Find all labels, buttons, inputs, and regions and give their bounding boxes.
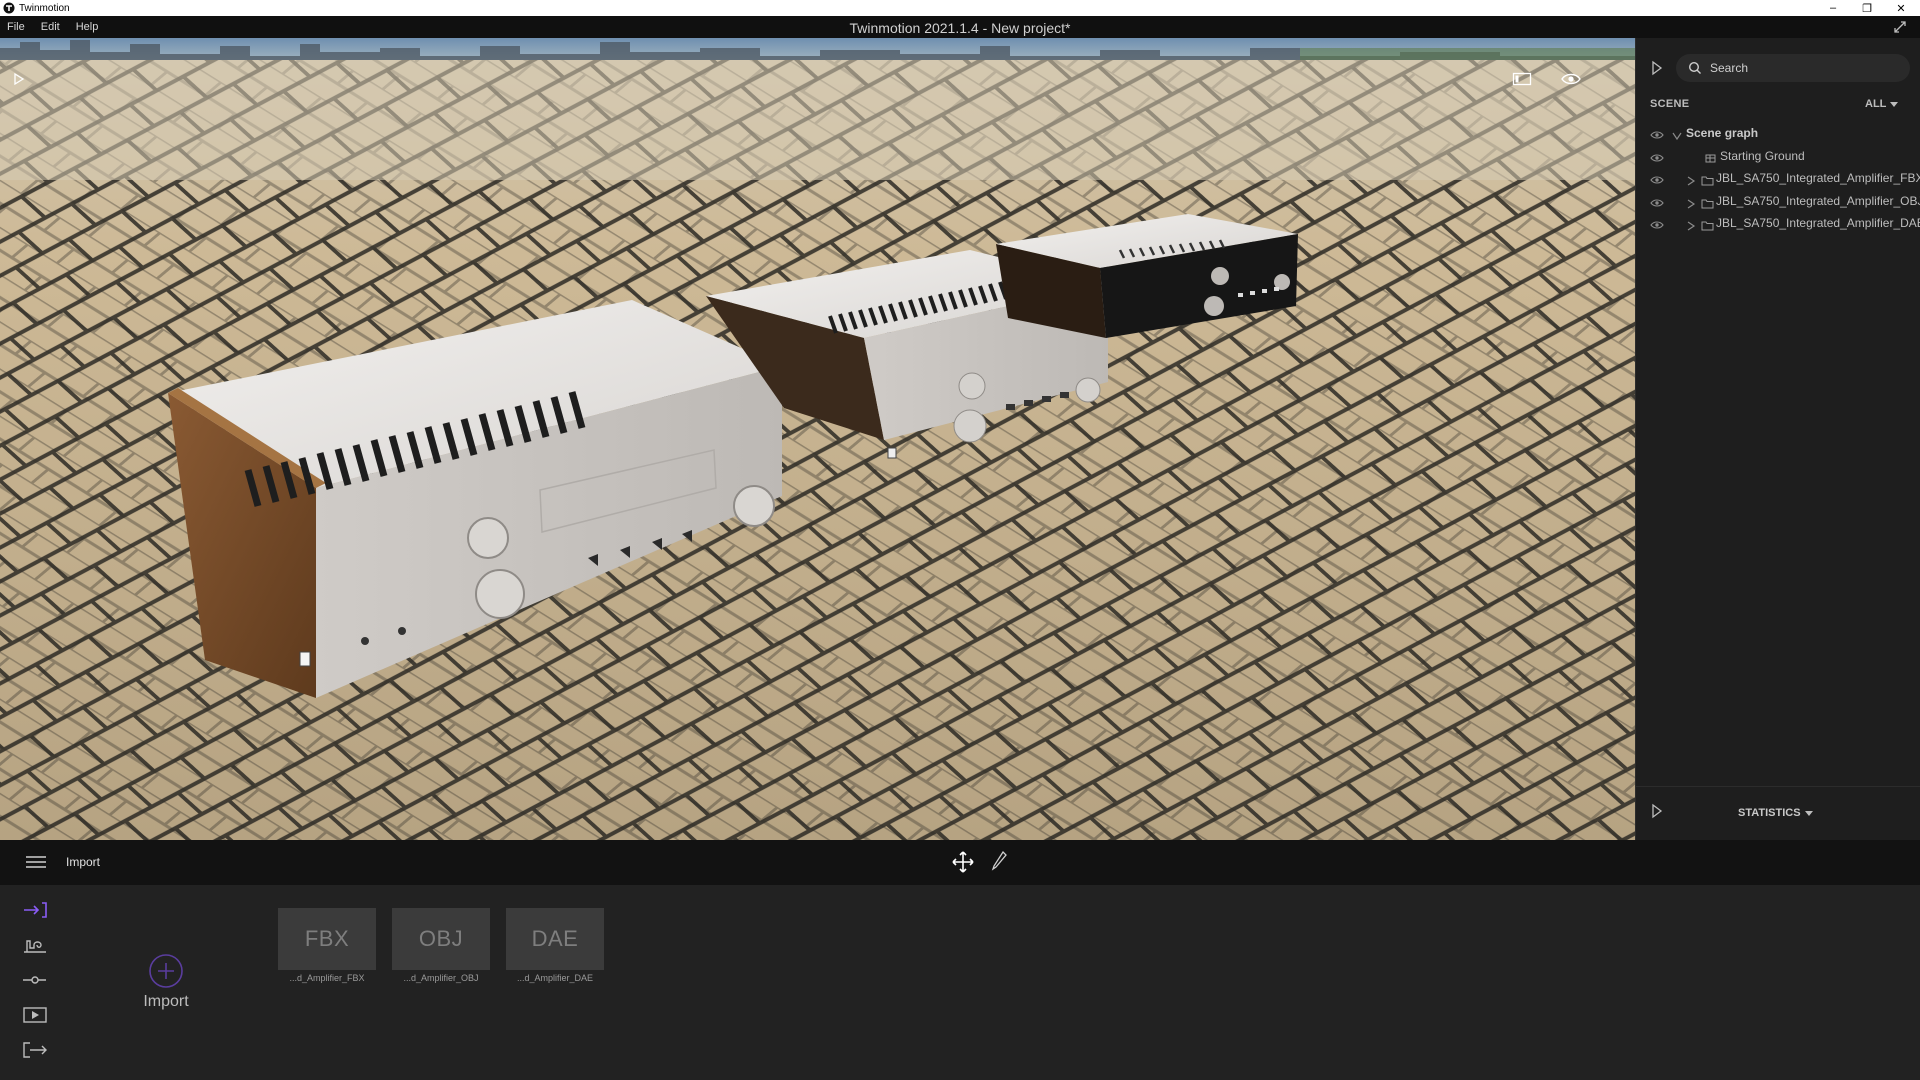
window-title-bar: Twinmotion – ❐ ✕ [0,0,1920,16]
folder-icon [1701,173,1714,186]
3d-viewport[interactable] [0,38,1635,840]
asset-tile-dae[interactable]: DAE ...d_Amplifier_DAE [506,908,604,983]
eyedropper-icon[interactable] [990,850,1008,872]
folder-icon [1701,196,1714,208]
chevron-right-icon[interactable] [1686,196,1696,208]
asset-tile-obj[interactable]: OBJ ...d_Amplifier_OBJ [392,908,490,983]
statistics-bar: STATISTICS [1636,786,1920,840]
visibility-eye-icon[interactable] [1650,127,1664,139]
search-input[interactable] [1710,61,1900,75]
close-button[interactable]: ✕ [1884,0,1918,16]
chevron-down-icon[interactable] [1672,128,1682,141]
fullscreen-icon[interactable] [1892,19,1908,35]
visibility-eye-icon[interactable] [1650,217,1664,229]
filter-dropdown[interactable]: ALL [1865,98,1899,110]
tree-item-amplifier-obj[interactable]: JBL_SA750_Integrated_Amplifier_OBJ [1636,190,1920,213]
media-icon[interactable] [22,1006,48,1024]
frame-view-icon[interactable] [1512,71,1532,87]
bottom-toolbar: Import [0,840,1920,885]
tree-item-starting-ground[interactable]: Starting Ground [1636,145,1920,168]
menu-help[interactable]: Help [76,21,99,33]
tree-item-label: JBL_SA750_Integrated_Amplifier_FBX [1716,171,1920,185]
tree-item-amplifier-dae[interactable]: JBL_SA750_Integrated_Amplifier_DAE [1636,212,1920,235]
asset-name: ...d_Amplifier_FBX [289,973,365,983]
scene-graph-tree: Scene graph Starting Ground JBL_SA750_In… [1636,122,1920,235]
import-button-label: Import [143,993,189,1010]
search-icon [1688,61,1702,75]
minimize-button[interactable]: – [1816,0,1850,16]
visibility-eye-icon[interactable] [1560,71,1582,87]
landscape-icon[interactable] [22,936,48,954]
import-icon[interactable] [22,901,48,919]
panel-collapse-icon[interactable] [1650,60,1664,76]
twinmotion-logo-icon [3,2,15,14]
chevron-right-icon[interactable] [1686,173,1696,186]
import-library-panel: Import FBX ...d_Amplifier_FBX OBJ ...d_A… [0,885,1920,1080]
tree-item-label: JBL_SA750_Integrated_Amplifier_DAE [1716,216,1920,230]
statistics-dropdown[interactable]: STATISTICS [1738,807,1813,819]
tree-item-label: JBL_SA750_Integrated_Amplifier_OBJ [1716,193,1920,208]
search-box[interactable] [1676,54,1910,82]
visibility-eye-icon[interactable] [1650,195,1664,207]
scene-section-label: SCENE [1650,98,1690,110]
statistics-toggle-icon[interactable] [1650,803,1664,819]
chevron-right-icon[interactable] [1686,218,1696,231]
scene-panel: SCENE ALL Scene graph Starting Ground JB… [1635,38,1920,840]
visibility-eye-icon[interactable] [1650,150,1664,162]
restore-button[interactable]: ❐ [1850,0,1884,16]
export-icon[interactable] [22,1041,48,1059]
chevron-down-icon [1890,101,1899,107]
chevron-down-icon [1804,810,1813,816]
move-tool-icon[interactable] [951,850,975,874]
tree-item-label: Starting Ground [1720,148,1805,163]
project-title: Twinmotion 2021.1.4 - New project* [849,20,1071,36]
import-button[interactable]: Import [132,953,200,1017]
window-title: Twinmotion [19,2,70,14]
visibility-eye-icon[interactable] [1650,172,1664,184]
filter-dropdown-label: ALL [1865,98,1887,110]
viewport-render [0,38,1635,840]
menu-file[interactable]: File [7,21,25,33]
asset-name: ...d_Amplifier_OBJ [403,973,479,983]
path-icon[interactable] [22,971,48,989]
tree-item-label: Scene graph [1686,126,1759,140]
asset-tile-fbx[interactable]: FBX ...d_Amplifier_FBX [278,908,376,983]
asset-thumbnail: OBJ [392,908,490,970]
asset-thumbnail: DAE [506,908,604,970]
menu-bar: File Edit Help Twinmotion 2021.1.4 - New… [0,16,1920,38]
panel-title: Import [66,855,101,869]
asset-thumbnail: FBX [278,908,376,970]
viewport-panel-toggle-icon[interactable] [12,72,26,86]
tree-item-amplifier-fbx[interactable]: JBL_SA750_Integrated_Amplifier_FBX [1636,167,1920,190]
folder-icon [1701,218,1714,231]
ground-object-icon [1704,151,1717,162]
menu-edit[interactable]: Edit [41,21,60,33]
hamburger-menu-icon[interactable] [25,854,47,870]
statistics-label: STATISTICS [1738,807,1801,819]
add-circle-icon [148,953,184,989]
tree-item-scene-graph[interactable]: Scene graph [1636,122,1920,145]
asset-name: ...d_Amplifier_DAE [516,973,594,983]
